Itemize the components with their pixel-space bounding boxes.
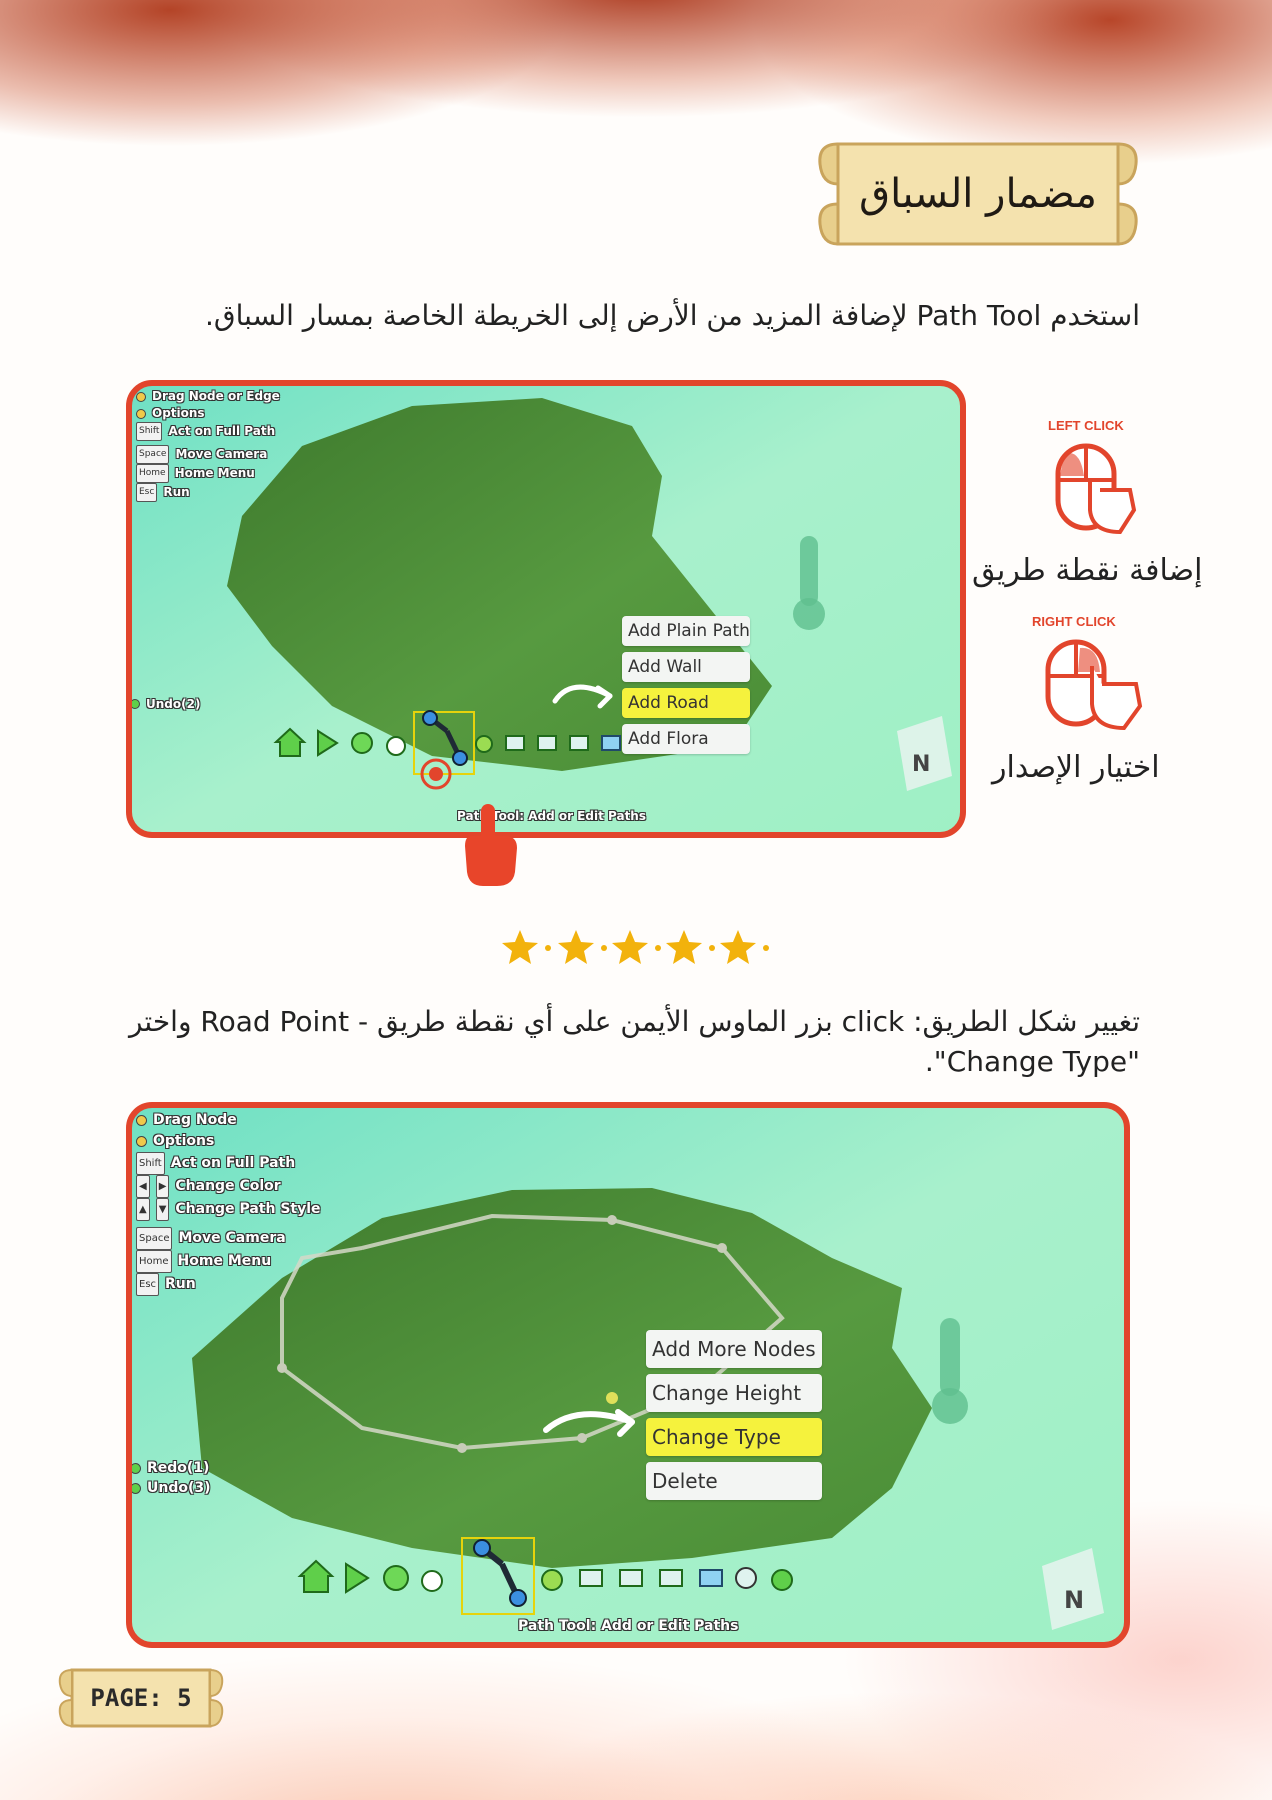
mouse-icon [136, 391, 146, 402]
wrench-icon [771, 1569, 793, 1591]
undo-label[interactable]: Undo(2) [132, 697, 200, 711]
pointing-hand-icon [465, 804, 517, 886]
thermometer-icon [793, 536, 825, 630]
home-icon [273, 727, 307, 757]
undo-icon [132, 1482, 141, 1494]
mouse-icon [136, 408, 146, 419]
thermometer-icon [932, 1318, 968, 1424]
play-icon [345, 1562, 370, 1594]
key-home: Home [136, 1250, 172, 1273]
instruction-text: تغيير شكل الطريق: click بزر الماوس الأيم… [128, 1005, 1140, 1078]
menu-add-more-nodes[interactable]: Add More Nodes [646, 1330, 822, 1368]
right-click-label: RIGHT CLICK [1032, 614, 1116, 629]
left-click-label: LEFT CLICK [1048, 418, 1124, 433]
star-icon [720, 930, 756, 964]
terrain-lower-icon [619, 1569, 643, 1587]
hud-controls: Drag Node Options Shift Act on Full Path … [136, 1110, 321, 1296]
redo-icon [132, 1462, 141, 1474]
key-space: Space [136, 445, 170, 464]
screenshot-change-type-menu: N Drag Node Options Shift Act on Full Pa… [126, 1102, 1130, 1648]
play-icon [317, 729, 339, 757]
stars-divider [502, 930, 769, 964]
key-shift: Shift [136, 422, 163, 441]
compass-letter: N [912, 752, 930, 777]
selected-road-point [606, 1392, 618, 1404]
arrow-down-icon: ▼ [155, 1198, 170, 1221]
page-number: PAGE: 5 [90, 1684, 192, 1712]
undo-icon [132, 699, 140, 709]
title-scroll: مضمار السباق [816, 134, 1140, 254]
menu-add-flora[interactable]: Add Flora [622, 724, 750, 754]
arrow-up-icon: ▲ [136, 1198, 150, 1221]
key-esc: Esc [136, 1273, 160, 1296]
key-space: Space [136, 1227, 173, 1250]
toolbar-label: Path Tool: Add or Edit Paths [518, 1618, 739, 1634]
hand-icon [351, 732, 373, 754]
brush-icon [541, 1569, 563, 1591]
water-icon [699, 1569, 723, 1587]
intro-text: استخدم Path Tool لإضافة المزيد من الأرض … [204, 299, 1140, 332]
hand-icon [383, 1565, 409, 1591]
magnet-icon [735, 1567, 757, 1589]
menu-change-type[interactable]: Change Type [646, 1418, 822, 1456]
undo-label[interactable]: Undo(3) [132, 1478, 211, 1498]
arrow-right-icon: ▶ [155, 1175, 170, 1198]
left-click-mouse-icon [1055, 443, 1137, 535]
page-title: مضمار السباق [859, 171, 1097, 217]
water-icon [601, 735, 621, 751]
history-controls: Redo(1) Undo(3) [132, 1458, 211, 1498]
key-shift: Shift [136, 1152, 165, 1175]
compass-letter: N [1064, 1586, 1084, 1614]
sprout-icon [386, 736, 406, 756]
star-icon [666, 930, 702, 964]
terrain-smooth-icon [569, 735, 589, 751]
hud-controls: Drag Node or Edge Options Shift Act on Fu… [136, 388, 280, 502]
left-click-action: إضافة نقطة طريق [972, 553, 1203, 588]
terrain-smooth-icon [659, 1569, 683, 1587]
key-home: Home [136, 464, 169, 483]
right-click-mouse-icon [1045, 639, 1143, 731]
star-icon [558, 930, 594, 964]
screenshot-path-tool-menu: N Drag Node or Edge Options Shift Act on… [126, 380, 966, 838]
menu-delete[interactable]: Delete [646, 1462, 822, 1500]
mouse-icon [136, 1115, 147, 1126]
key-esc: Esc [136, 483, 158, 502]
menu-change-height[interactable]: Change Height [646, 1374, 822, 1412]
terrain-raise-icon [579, 1569, 603, 1587]
menu-add-road[interactable]: Add Road [622, 688, 750, 718]
menu-add-plain-path[interactable]: Add Plain Path [622, 616, 750, 646]
star-icon [502, 930, 538, 964]
brush-icon [475, 735, 493, 753]
mouse-icon [136, 1136, 147, 1147]
terrain-lower-icon [537, 735, 557, 751]
menu-add-wall[interactable]: Add Wall [622, 652, 750, 682]
terrain-raise-icon [505, 735, 525, 751]
page-number-scroll: PAGE: 5 [58, 1662, 224, 1734]
arrow-left-icon: ◀ [136, 1175, 150, 1198]
redo-label[interactable]: Redo(1) [132, 1458, 211, 1478]
right-click-action: اختيار الإصدار [992, 750, 1160, 785]
home-icon [297, 1559, 335, 1593]
star-icon [612, 930, 648, 964]
sprout-icon [421, 1570, 443, 1592]
